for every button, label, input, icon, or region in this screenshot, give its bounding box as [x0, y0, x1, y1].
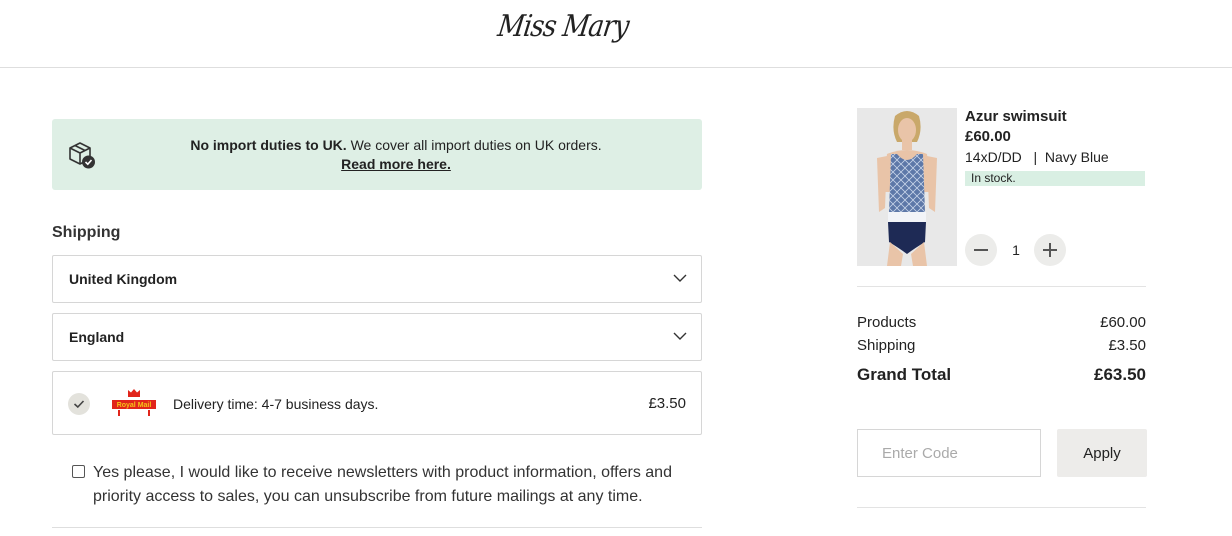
product-color: Navy Blue: [1044, 149, 1109, 165]
newsletter-checkbox[interactable]: [72, 465, 85, 478]
divider: [52, 527, 702, 528]
product-size: 14xD/DD: [965, 149, 1022, 165]
banner-message: No import duties to UK. We cover all imp…: [52, 136, 740, 174]
product-name[interactable]: Azur swimsuit: [965, 108, 1067, 125]
minus-icon: [974, 249, 988, 251]
delivery-option[interactable]: Royal Mail Delivery time: 4-7 business d…: [52, 371, 702, 435]
royal-mail-logo-text: Royal Mail: [117, 402, 152, 409]
grand-total-amount: £63.50: [1094, 365, 1146, 384]
country-value: United Kingdom: [69, 271, 178, 287]
grand-total-label: Grand Total: [857, 365, 952, 384]
site-header: Miss Mary: [0, 0, 1232, 68]
divider: [857, 286, 1146, 287]
product-variant: 14xD/DD | Navy Blue: [965, 149, 1109, 165]
products-label: Products: [857, 314, 917, 331]
delivery-time: Delivery time: 4-7 business days.: [173, 396, 379, 412]
product-price: £60.00: [965, 128, 1011, 145]
delivery-price: £3.50: [648, 395, 686, 412]
chevron-down-icon: [673, 332, 687, 340]
brand-logo[interactable]: Miss Mary: [496, 10, 631, 45]
products-amount: £60.00: [1100, 314, 1146, 331]
quantity-decrease-button[interactable]: [965, 234, 997, 266]
selected-check-icon[interactable]: [68, 393, 90, 415]
shipping-amount: £3.50: [1108, 337, 1146, 354]
royal-mail-logo: Royal Mail: [112, 389, 156, 416]
divider: [857, 507, 1146, 508]
import-duties-banner: No import duties to UK. We cover all imp…: [52, 119, 702, 190]
banner-bold-text: No import duties to UK.: [190, 137, 347, 153]
newsletter-label[interactable]: Yes please, I would like to receive news…: [93, 461, 693, 509]
quantity-value: 1: [1012, 242, 1020, 258]
discount-code-input[interactable]: [857, 429, 1041, 477]
apply-code-button[interactable]: Apply: [1057, 429, 1147, 477]
country-select[interactable]: United Kingdom: [52, 255, 702, 303]
chevron-down-icon: [673, 274, 687, 282]
read-more-link[interactable]: Read more here.: [341, 156, 451, 172]
shipping-title: Shipping: [52, 224, 121, 241]
quantity-increase-button[interactable]: [1034, 234, 1066, 266]
region-select[interactable]: England: [52, 313, 702, 361]
product-image[interactable]: [857, 108, 957, 266]
stock-status: In stock.: [965, 171, 1145, 186]
region-value: England: [69, 329, 125, 345]
shipping-label: Shipping: [857, 337, 916, 354]
banner-text: We cover all import duties on UK orders.: [346, 137, 602, 153]
